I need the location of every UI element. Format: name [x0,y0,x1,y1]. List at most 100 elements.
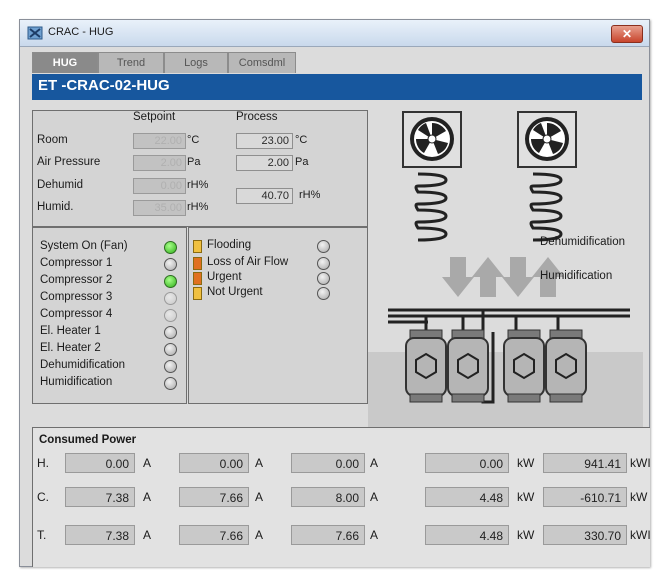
alarm-label-flooding: Flooding [207,239,252,251]
status-led-heater-2 [164,343,177,356]
alarm-panel: Flooding Loss of Air Flow Urgent Not Urg… [188,227,368,404]
status-label-humidification: Humidification [40,376,113,388]
power-t-a3: 7.66 [291,525,365,545]
power-c-kwh-unit: kW [630,490,648,504]
power-c-a2: 7.66 [179,487,249,507]
alarm-led-flooding [317,240,330,253]
crac-window: CRAC - HUG ✕ HUG Trend Logs Comsdml ET -… [19,19,651,567]
compressor-icon-2 [447,329,489,403]
status-label-dehumidification: Dehumidification [40,359,126,371]
alarm-label-urgent: Urgent [207,271,242,283]
power-panel: Consumed Power H. 0.00 A 0.00 A 0.00 A 0… [32,427,651,567]
tab-hug[interactable]: HUG [32,52,98,73]
alarm-bar-not-urgent [193,287,202,300]
power-c-kw: 4.48 [425,487,509,507]
power-t-a1: 7.38 [65,525,135,545]
compressor-icon-1 [405,329,447,403]
humidity-process-unit: rH% [299,189,321,201]
power-h-a1-unit: A [143,456,152,470]
power-t-a3-unit: A [370,528,379,542]
status-label-compressor-4: Compressor 4 [40,308,113,320]
dehumid-setpoint-unit: rH% [187,179,209,191]
unit-diagram [368,102,643,432]
power-t-kwh: 330.70 [543,525,627,545]
dehumidification-label: Dehumidification [540,236,626,248]
tab-comsdml[interactable]: Comsdml [228,52,296,73]
power-c-a1-unit: A [143,490,152,504]
power-h-a2-unit: A [255,456,264,470]
air-pressure-label: Air Pressure [37,156,101,168]
air-pressure-process-field: 2.00 [236,155,293,171]
dehumid-label: Dehumid [37,179,84,191]
compressor-icon-4 [545,329,587,403]
humidification-label: Humidification [540,270,613,282]
compressor-icon-3 [503,329,545,403]
close-icon: ✕ [621,27,633,41]
power-row-c-label: C. [37,490,49,504]
close-button[interactable]: ✕ [611,25,643,43]
power-h-a3: 0.00 [291,453,365,473]
power-h-a1: 0.00 [65,453,135,473]
power-row-t-label: T. [37,528,47,542]
alarm-label-loss-of-air-flow: Loss of Air Flow [207,256,289,268]
fan-icon-1 [402,111,462,168]
humid-label: Humid. [37,201,74,213]
status-label-heater-2: El. Heater 2 [40,342,101,354]
alarm-led-not-urgent [317,287,330,300]
params-panel: Setpoint Process Room 22.00 °C 23.00 °C … [32,110,368,227]
app-icon [27,26,43,40]
status-panel: System On (Fan) Compressor 1 Compressor … [32,227,187,404]
humid-setpoint-unit: rH% [187,201,209,213]
room-process-unit: °C [295,134,308,146]
room-label: Room [37,134,68,146]
room-setpoint-field[interactable]: 22.00 [133,133,186,149]
dehumid-setpoint-field[interactable]: 0.00 [133,178,186,194]
power-t-kw-unit: kW [517,528,535,542]
process-header: Process [236,111,278,123]
power-t-a1-unit: A [143,528,152,542]
setpoint-header: Setpoint [133,111,176,123]
title-bar[interactable]: CRAC - HUG ✕ [20,20,649,47]
tab-trend[interactable]: Trend [98,52,164,73]
power-c-a2-unit: A [255,490,264,504]
tab-logs[interactable]: Logs [164,52,228,73]
room-setpoint-unit: °C [187,134,200,146]
status-led-system-on [164,241,177,254]
status-label-compressor-2: Compressor 2 [40,274,113,286]
power-t-a2: 7.66 [179,525,249,545]
alarm-bar-flooding [193,240,202,253]
fan-icon-2 [517,111,577,168]
status-led-humidification [164,377,177,390]
status-led-compressor-4 [164,309,177,322]
power-t-a2-unit: A [255,528,264,542]
power-c-kwh: -610.71 [543,487,627,507]
room-process-field: 23.00 [236,133,293,149]
status-led-compressor-3 [164,292,177,305]
power-h-kw-unit: kW [517,456,535,470]
power-h-kw: 0.00 [425,453,509,473]
air-pressure-process-unit: Pa [295,156,309,168]
window-title: CRAC - HUG [48,26,114,38]
status-label-heater-1: El. Heater 1 [40,325,101,337]
power-h-a3-unit: A [370,456,379,470]
alarm-label-not-urgent: Not Urgent [207,286,263,298]
unit-title: ET -CRAC-02-HUG [38,77,170,94]
power-c-kw-unit: kW [517,490,535,504]
power-h-kwh: 941.41 [543,453,627,473]
power-title: Consumed Power [39,434,137,446]
status-led-dehumidification [164,360,177,373]
air-pressure-setpoint-field[interactable]: 2.00 [133,155,186,171]
alarm-bar-loss-of-air-flow [193,257,202,270]
status-label-compressor-3: Compressor 3 [40,291,113,303]
status-label-system-on: System On (Fan) [40,240,128,252]
status-led-compressor-2 [164,275,177,288]
status-label-compressor-1: Compressor 1 [40,257,113,269]
air-pressure-setpoint-unit: Pa [187,156,201,168]
power-c-a1: 7.38 [65,487,135,507]
alarm-led-loss-of-air-flow [317,257,330,270]
power-h-a2: 0.00 [179,453,249,473]
unit-header: ET -CRAC-02-HUG [32,74,642,100]
humidity-process-field: 40.70 [236,188,293,204]
power-t-kwh-unit: kWI [630,528,651,542]
humid-setpoint-field[interactable]: 35.00 [133,200,186,216]
